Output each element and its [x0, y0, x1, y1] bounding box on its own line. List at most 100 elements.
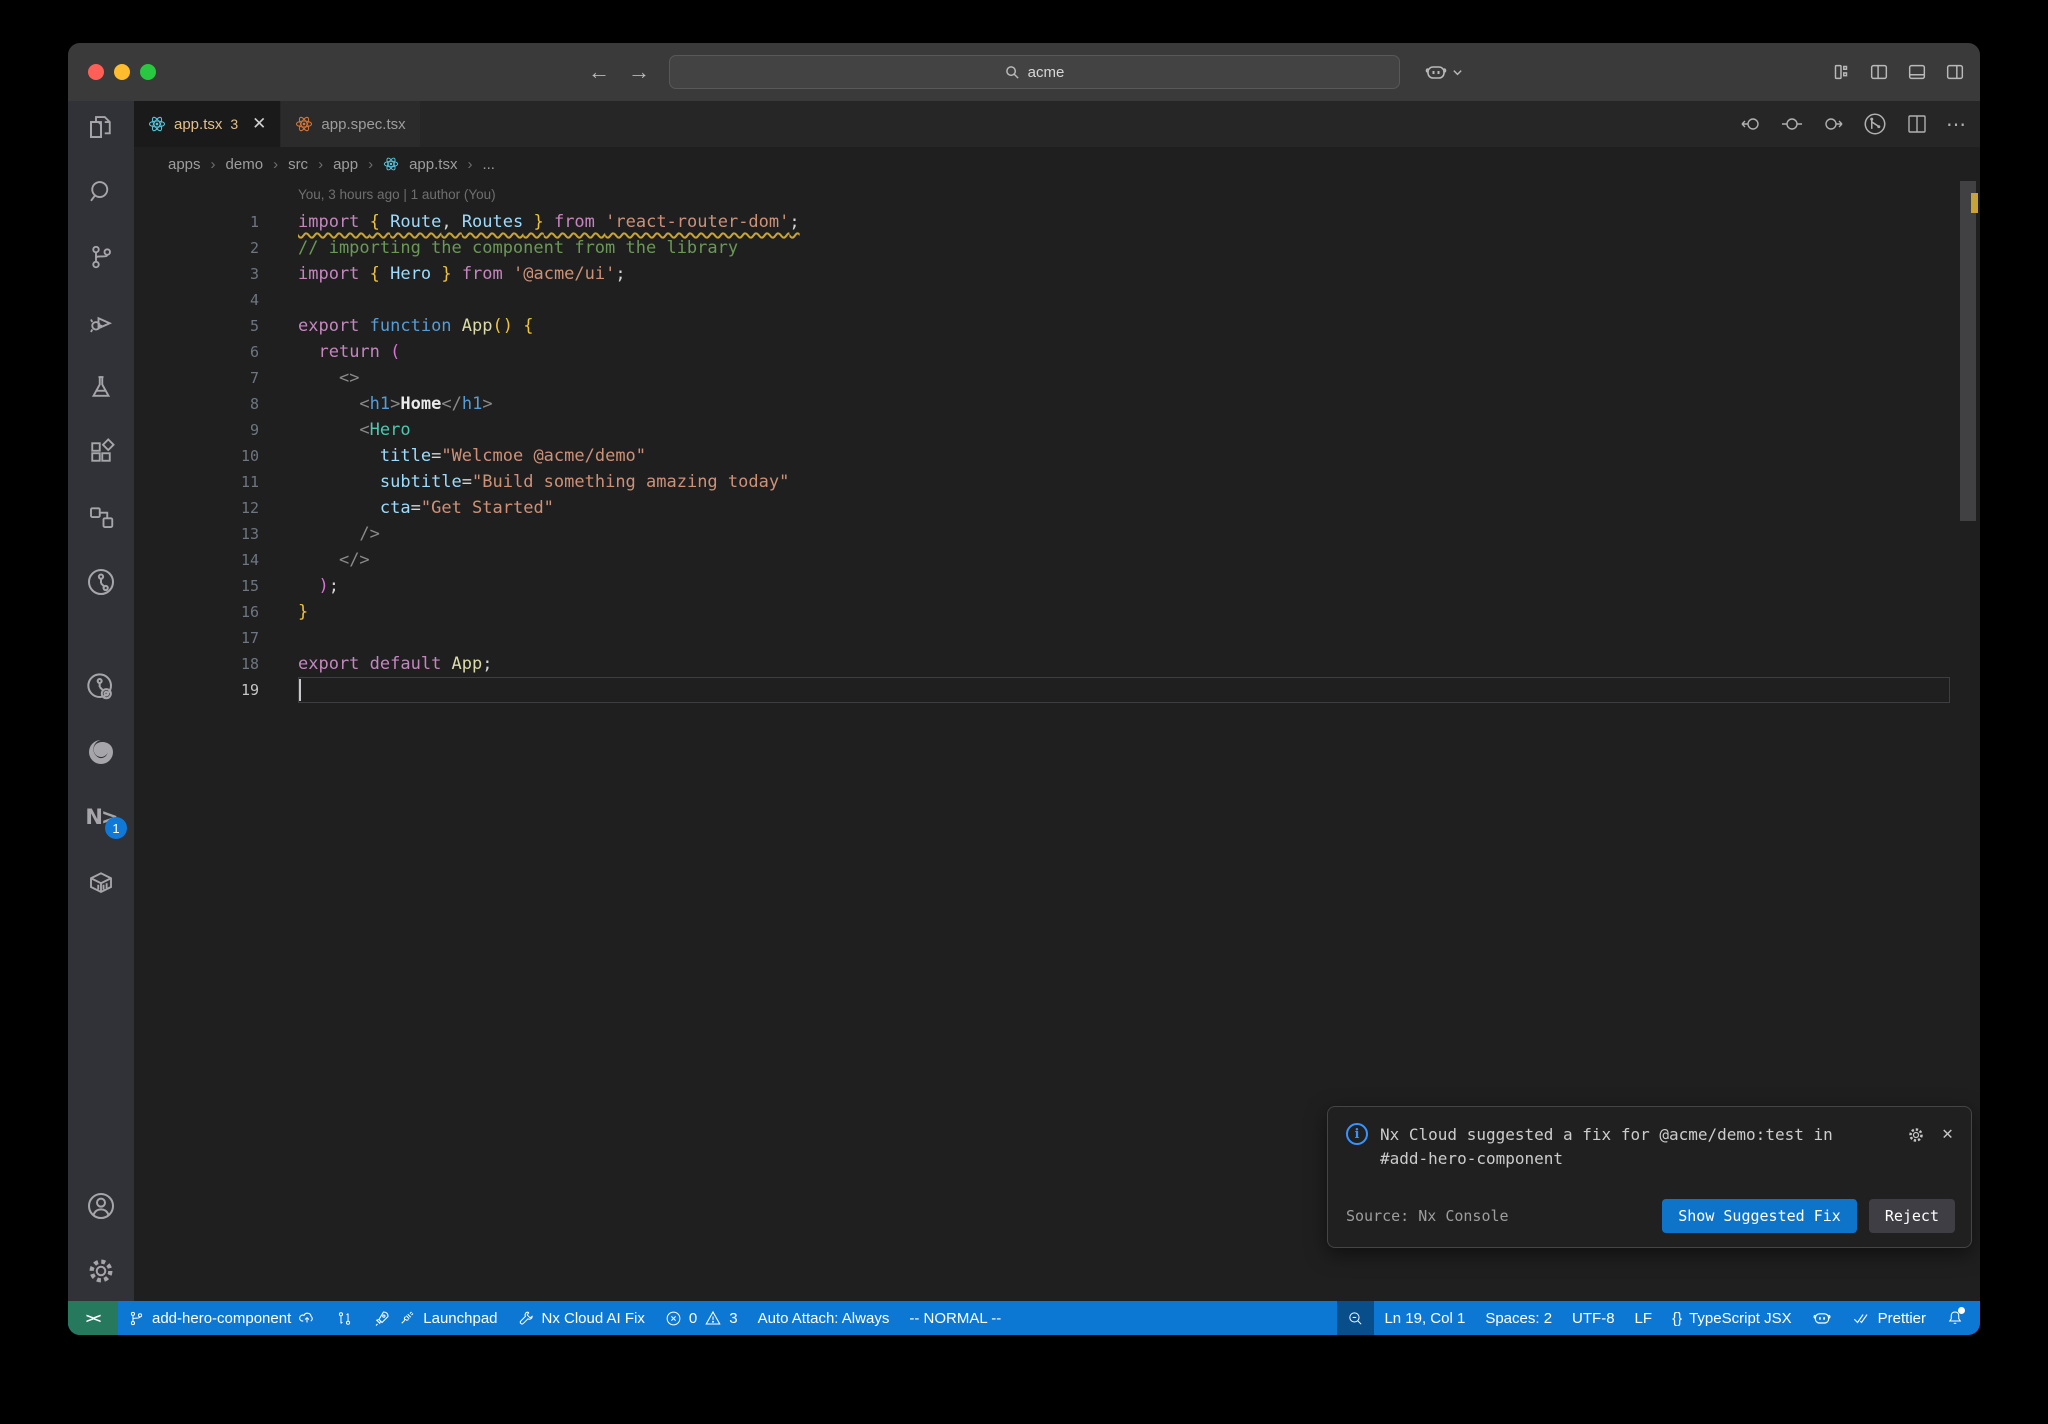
settings-gear-icon[interactable]	[81, 1251, 121, 1291]
split-editor-icon[interactable]	[1905, 112, 1929, 136]
tab-app-spec-tsx[interactable]: app.spec.tsx	[281, 101, 420, 147]
breadcrumb-item[interactable]: apps	[168, 156, 201, 173]
code-line[interactable]: 14 </>	[134, 547, 1956, 573]
close-tab-icon[interactable]: ✕	[252, 114, 266, 134]
more-actions-icon[interactable]: ⋯	[1946, 112, 1968, 137]
code-line[interactable]: 10 title="Welcmoe @acme/demo"	[134, 443, 1956, 469]
auto-attach-item[interactable]: Auto Attach: Always	[748, 1301, 900, 1335]
react-test-icon	[296, 116, 313, 132]
containers-icon[interactable]	[81, 862, 121, 902]
language-mode-item[interactable]: {} TypeScript JSX	[1662, 1301, 1802, 1335]
search-view-icon[interactable]	[81, 172, 121, 212]
prettier-item[interactable]: Prettier	[1842, 1301, 1936, 1335]
navigate-back-icon[interactable]: ←	[588, 59, 610, 85]
code-line[interactable]: 3 import { Hero } from '@acme/ui';	[134, 261, 1956, 287]
code-line[interactable]: 6 return (	[134, 339, 1956, 365]
vim-mode-item[interactable]: -- NORMAL --	[899, 1301, 1011, 1335]
code-line[interactable]: 7 <>	[134, 365, 1956, 391]
code-line[interactable]: 2// importing the component from the lib…	[134, 235, 1956, 261]
code-line[interactable]: 5 export function App() {	[134, 313, 1956, 339]
close-window-button[interactable]	[88, 64, 104, 80]
breadcrumb-item[interactable]: ...	[482, 156, 495, 173]
copilot-status-item[interactable]	[1802, 1301, 1842, 1335]
code-line[interactable]: 16}	[134, 599, 1956, 625]
nx-cloud-fix-item[interactable]: Nx Cloud AI Fix	[508, 1301, 655, 1335]
notification-settings-gear-icon[interactable]	[1906, 1125, 1926, 1145]
nav-edit-forward-icon[interactable]	[1821, 112, 1845, 136]
notification-close-icon[interactable]: ✕	[1942, 1125, 1953, 1143]
current-line-highlight	[298, 677, 1950, 703]
git-branch-icon	[130, 1311, 143, 1325]
breadcrumb-item[interactable]: app	[333, 156, 358, 173]
problems-item[interactable]: 0 3	[655, 1301, 748, 1335]
breadcrumb-item[interactable]: src	[288, 156, 308, 173]
indentation-item[interactable]: Spaces: 2	[1475, 1301, 1562, 1335]
code-lines: 1 import { Route, Routes } from 'react-ro…	[134, 209, 1956, 703]
reject-button[interactable]: Reject	[1868, 1199, 1955, 1233]
code-editor[interactable]: You, 3 hours ago | 1 author (You) 1 impor…	[134, 181, 1980, 1301]
customize-layout-icon[interactable]	[1830, 61, 1852, 83]
react-icon	[383, 157, 399, 171]
launchpad-item[interactable]: Launchpad	[363, 1301, 507, 1335]
gitlens-inspect-icon[interactable]	[81, 667, 121, 707]
toggle-primary-sidebar-icon[interactable]	[1868, 61, 1890, 83]
git-branch-item[interactable]: add-hero-component	[118, 1301, 326, 1335]
breadcrumb-separator: ›	[467, 155, 473, 173]
nx-console-icon[interactable]: N> 1	[81, 797, 127, 839]
notifications-bell-item[interactable]	[1936, 1301, 1974, 1335]
toggle-panel-icon[interactable]	[1906, 61, 1928, 83]
copilot-menu[interactable]	[1424, 43, 1463, 101]
tab-problems-badge: 3	[230, 116, 239, 132]
launchpad-label: Launchpad	[423, 1309, 498, 1327]
edge-browser-icon[interactable]	[81, 732, 121, 772]
extensions-icon[interactable]	[81, 432, 121, 472]
code-line[interactable]: 18 export default App;	[134, 651, 1956, 677]
breadcrumb-item[interactable]: app.tsx	[409, 156, 457, 173]
command-center-search[interactable]: acme	[669, 55, 1400, 89]
code-line[interactable]: 8 <h1>Home</h1>	[134, 391, 1956, 417]
run-or-debug-icon[interactable]	[1862, 111, 1888, 137]
nx-badge: 1	[105, 817, 127, 839]
status-bar: >< add-hero-component Launchpad Nx Cloud…	[68, 1301, 1980, 1335]
nav-edit-back-icon[interactable]	[1739, 112, 1763, 136]
code-line[interactable]: 15 );	[134, 573, 1956, 599]
code-line[interactable]: 11 subtitle="Build something amazing tod…	[134, 469, 1956, 495]
zoom-indicator-item[interactable]	[1337, 1301, 1375, 1335]
account-icon[interactable]	[81, 1186, 121, 1226]
activity-bar: N> 1	[68, 101, 134, 1301]
git-blame-annotation[interactable]: You, 3 hours ago | 1 author (You)	[298, 187, 496, 202]
warnings-count: 3	[729, 1309, 738, 1327]
testing-icon[interactable]	[81, 367, 121, 407]
remote-projects-icon[interactable]	[81, 497, 121, 537]
rocket-icon	[375, 1311, 389, 1326]
code-line[interactable]: 1 import { Route, Routes } from 'react-ro…	[134, 209, 1956, 235]
nav-edit-current-icon[interactable]	[1780, 112, 1804, 136]
tab-label: app.tsx	[174, 115, 223, 133]
run-debug-icon[interactable]	[81, 302, 121, 342]
explorer-icon[interactable]	[81, 107, 121, 147]
encoding-item[interactable]: UTF-8	[1562, 1301, 1625, 1335]
tab-label: app.spec.tsx	[321, 115, 406, 133]
wrench-icon	[519, 1311, 533, 1324]
breadcrumb-item[interactable]: demo	[226, 156, 264, 173]
remote-indicator[interactable]: ><	[68, 1301, 118, 1335]
git-compare-item[interactable]	[326, 1301, 363, 1335]
code-line[interactable]: 12 cta="Get Started"	[134, 495, 1956, 521]
magnifier-minus-icon	[1349, 1311, 1362, 1325]
nx-fix-label: Nx Cloud AI Fix	[541, 1309, 645, 1327]
code-line[interactable]: 13 />	[134, 521, 1956, 547]
eol-item[interactable]: LF	[1625, 1301, 1663, 1335]
code-line[interactable]: 17	[134, 625, 1956, 651]
code-line[interactable]: 4	[134, 287, 1956, 313]
code-line[interactable]: 9 <Hero	[134, 417, 1956, 443]
zoom-window-button[interactable]	[140, 64, 156, 80]
minimize-window-button[interactable]	[114, 64, 130, 80]
scrollbar-thumb[interactable]	[1960, 181, 1976, 521]
gitlens-icon[interactable]	[81, 562, 121, 602]
show-suggested-fix-button[interactable]: Show Suggested Fix	[1662, 1199, 1857, 1233]
navigate-forward-icon[interactable]: →	[628, 59, 650, 85]
cursor-position-item[interactable]: Ln 19, Col 1	[1374, 1301, 1475, 1335]
source-control-icon[interactable]	[81, 237, 121, 277]
toggle-secondary-sidebar-icon[interactable]	[1944, 61, 1966, 83]
tab-app-tsx[interactable]: app.tsx 3 ✕	[134, 101, 281, 147]
